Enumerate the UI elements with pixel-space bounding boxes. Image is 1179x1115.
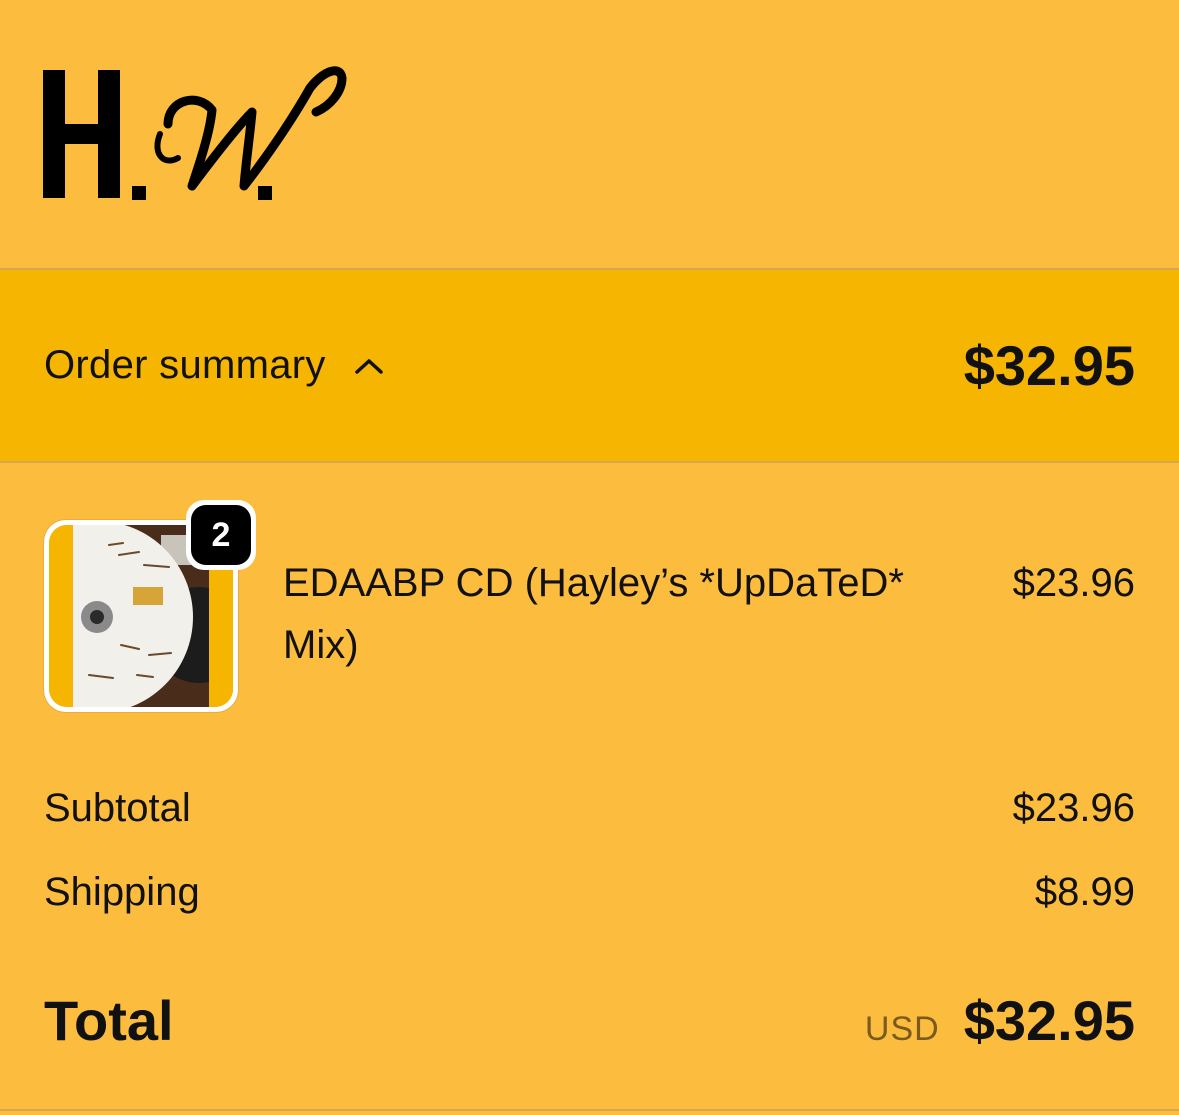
chevron-up-icon — [354, 358, 383, 374]
order-summary-bar: Order summary $32.95 — [0, 270, 1179, 463]
line-item: 2 EDAABP CD (Hayley’s *UpDaTeD* Mix) $23… — [0, 500, 1179, 730]
order-summary-label: Order summary — [44, 343, 326, 387]
total-value: $32.95 — [963, 988, 1135, 1052]
shipping-row: Shipping $8.99 — [44, 864, 1135, 920]
divider — [0, 1109, 1179, 1111]
currency-code: USD — [864, 1009, 940, 1048]
total-label: Total — [44, 988, 174, 1052]
subtotal-row: Subtotal $23.96 — [44, 780, 1135, 836]
subtotal-label: Subtotal — [44, 785, 191, 830]
order-summary-total: $32.95 — [963, 334, 1135, 397]
product-price: $23.96 — [1012, 561, 1135, 605]
total-row: Total USD $32.95 — [44, 985, 1135, 1055]
shipping-label: Shipping — [44, 869, 200, 914]
shipping-value: $8.99 — [1034, 869, 1135, 914]
total-amount-group: USD $32.95 — [865, 988, 1135, 1053]
hw-monogram-logo[interactable] — [40, 62, 360, 212]
order-summary-toggle[interactable]: Order summary — [44, 270, 384, 461]
product-name: EDAABP CD (Hayley’s *UpDaTeD* Mix) — [283, 561, 904, 667]
subtotal-value: $23.96 — [1012, 785, 1135, 830]
page-header — [0, 0, 1179, 270]
quantity-badge-value: 2 — [191, 505, 251, 565]
checkout-page: Order summary $32.95 2 EDAABP CD (Hayley… — [0, 0, 1179, 1115]
quantity-badge: 2 — [186, 500, 256, 570]
